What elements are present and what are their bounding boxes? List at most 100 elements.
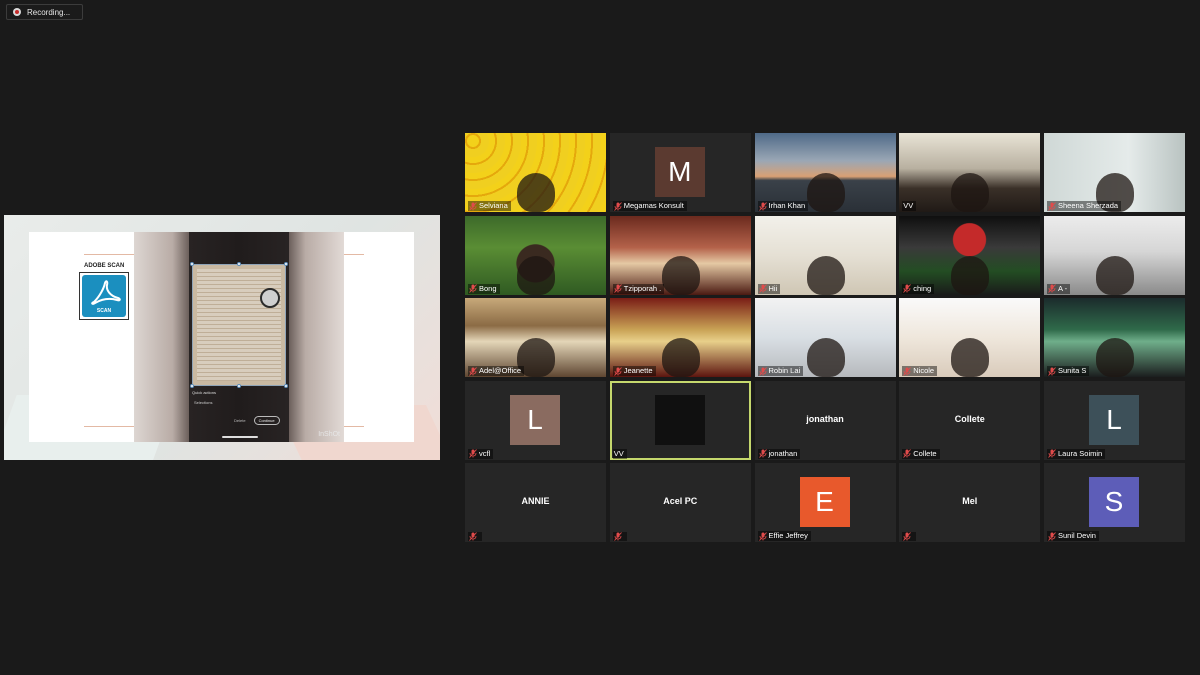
muted-mic-icon xyxy=(758,201,767,211)
muted-mic-icon xyxy=(613,201,622,211)
participant-name-label xyxy=(902,532,917,541)
recording-indicator[interactable]: Recording... xyxy=(6,4,83,20)
participant-silhouette xyxy=(806,338,845,377)
quick-actions-label: Quick actions xyxy=(192,390,217,395)
participant-silhouette xyxy=(951,173,990,212)
participant-silhouette xyxy=(806,255,845,295)
participant-name: Adel@Office xyxy=(479,366,522,375)
participant-tile[interactable]: Adel@Office xyxy=(465,298,606,377)
slide-title: ADOBE SCAN xyxy=(84,263,125,269)
muted-mic-icon xyxy=(903,284,912,293)
participant-tile[interactable]: Tzipporah . xyxy=(609,215,751,295)
participant-name: Sunil Devin xyxy=(1058,531,1096,540)
participant-name: Collete xyxy=(913,448,937,458)
participant-name-label: Sunita S xyxy=(1047,366,1090,376)
participant-tile[interactable]: M Megamas Konsult xyxy=(609,133,751,212)
participant-name: VV xyxy=(613,448,624,458)
participant-name: ching xyxy=(913,283,932,293)
participant-name-label: VV xyxy=(612,448,627,459)
participant-name: Tzipporah . xyxy=(623,283,662,293)
muted-mic-icon xyxy=(1048,449,1056,458)
participant-silhouette xyxy=(517,173,555,212)
participant-name-label: Jeanette xyxy=(612,366,656,376)
participant-name-label: A - xyxy=(1047,283,1071,294)
participant-silhouette xyxy=(951,338,990,377)
participant-tile[interactable]: jonathan jonathan xyxy=(754,380,896,460)
participant-silhouette xyxy=(661,338,700,377)
delete-button: Delete xyxy=(234,418,246,423)
participant-name: Robin Lai xyxy=(768,366,801,375)
participant-name: Nicole xyxy=(913,366,935,375)
home-indicator xyxy=(222,436,258,438)
participant-tile[interactable]: Mel xyxy=(899,463,1041,542)
scan-preview xyxy=(190,262,288,388)
logo-label: SCAN xyxy=(96,308,112,314)
adobe-scan-logo: SCAN xyxy=(79,272,129,320)
participant-tile[interactable]: Hii xyxy=(754,215,896,295)
muted-mic-icon xyxy=(613,284,622,293)
muted-mic-icon xyxy=(1048,531,1056,541)
participant-name: Selviana xyxy=(479,201,508,210)
shared-screen[interactable]: ADOBE SCAN SCAN Quick actions Selections… xyxy=(4,215,440,460)
participant-tile[interactable]: E Effie Jeffrey xyxy=(754,463,896,542)
participant-tile[interactable]: Acel PC xyxy=(609,463,751,542)
participant-name: Irhan Khan xyxy=(768,201,806,210)
participant-tile[interactable]: Robin Lai xyxy=(754,298,896,377)
participant-tile[interactable]: Nicole xyxy=(899,298,1041,377)
participant-name-label: Collete xyxy=(902,448,940,459)
meeting-window: Recording... ADOBE SCAN SCAN Quick actio… xyxy=(0,0,1200,675)
participant-tile[interactable]: VV xyxy=(609,380,751,460)
participant-name-label xyxy=(468,532,482,541)
muted-mic-icon xyxy=(903,532,912,541)
participant-tile[interactable]: S Sunil Devin xyxy=(1044,463,1185,542)
muted-mic-icon xyxy=(758,531,767,541)
participant-tile[interactable]: Sheena Sherzada xyxy=(1044,133,1185,212)
participant-name-label: Irhan Khan xyxy=(757,201,809,211)
participant-display-name: Collete xyxy=(954,413,985,424)
muted-mic-icon xyxy=(613,366,622,376)
participant-tile[interactable]: Selviana xyxy=(465,133,606,212)
participant-name: vcfl xyxy=(479,448,491,458)
muted-mic-icon xyxy=(1048,366,1056,376)
participant-tile[interactable]: Jeanette xyxy=(609,298,751,377)
muted-mic-icon xyxy=(758,366,767,376)
participant-name-label: Nicole xyxy=(902,366,938,376)
avatar: M xyxy=(654,147,705,197)
quick-action-item: Selections xyxy=(194,400,213,405)
participant-name-label: Tzipporah . xyxy=(612,283,665,294)
muted-mic-icon xyxy=(613,532,622,541)
participant-tile[interactable]: Collete Collete xyxy=(899,380,1041,460)
participant-name-label: VV xyxy=(902,201,917,211)
participant-tile[interactable]: ching xyxy=(899,215,1041,295)
participant-tile[interactable]: L Laura Soimin xyxy=(1044,380,1185,460)
participant-tile[interactable]: ANNIE xyxy=(465,463,606,542)
participant-display-name: jonathan xyxy=(806,413,844,424)
muted-mic-icon xyxy=(469,284,477,293)
participant-name: A - xyxy=(1058,283,1068,293)
participant-tile[interactable]: Lvcfl xyxy=(465,380,606,460)
muted-mic-icon xyxy=(758,284,767,293)
participant-tile[interactable]: VV xyxy=(899,133,1041,212)
participant-tile[interactable]: A - xyxy=(1044,215,1185,295)
participant-name: Jeanette xyxy=(623,366,653,375)
participant-silhouette xyxy=(806,173,845,212)
participant-name-label: vcfl xyxy=(468,448,494,459)
participant-name: Effie Jeffrey xyxy=(768,531,808,540)
participant-name: Bong xyxy=(479,283,497,293)
muted-mic-icon xyxy=(1048,284,1056,293)
participant-tile[interactable]: Irhan Khan xyxy=(754,133,896,212)
participant-name-label: Robin Lai xyxy=(757,366,804,376)
participant-name: Sheena Sherzada xyxy=(1058,201,1119,210)
avatar: L xyxy=(510,394,560,445)
participant-name: Hii xyxy=(768,283,778,293)
participant-name-label: Sunil Devin xyxy=(1047,531,1099,541)
participant-name: Sunita S xyxy=(1058,366,1087,375)
participant-name-label xyxy=(612,532,627,541)
participant-name: Laura Soimin xyxy=(1058,448,1103,458)
participant-name-label: Effie Jeffrey xyxy=(757,531,811,541)
participant-name-label: jonathan xyxy=(757,448,801,459)
avatar: L xyxy=(1089,394,1139,445)
participant-tile[interactable]: Sunita S xyxy=(1044,298,1185,377)
participant-tile[interactable]: Bong xyxy=(465,215,606,295)
participant-name-label: Selviana xyxy=(468,201,511,211)
